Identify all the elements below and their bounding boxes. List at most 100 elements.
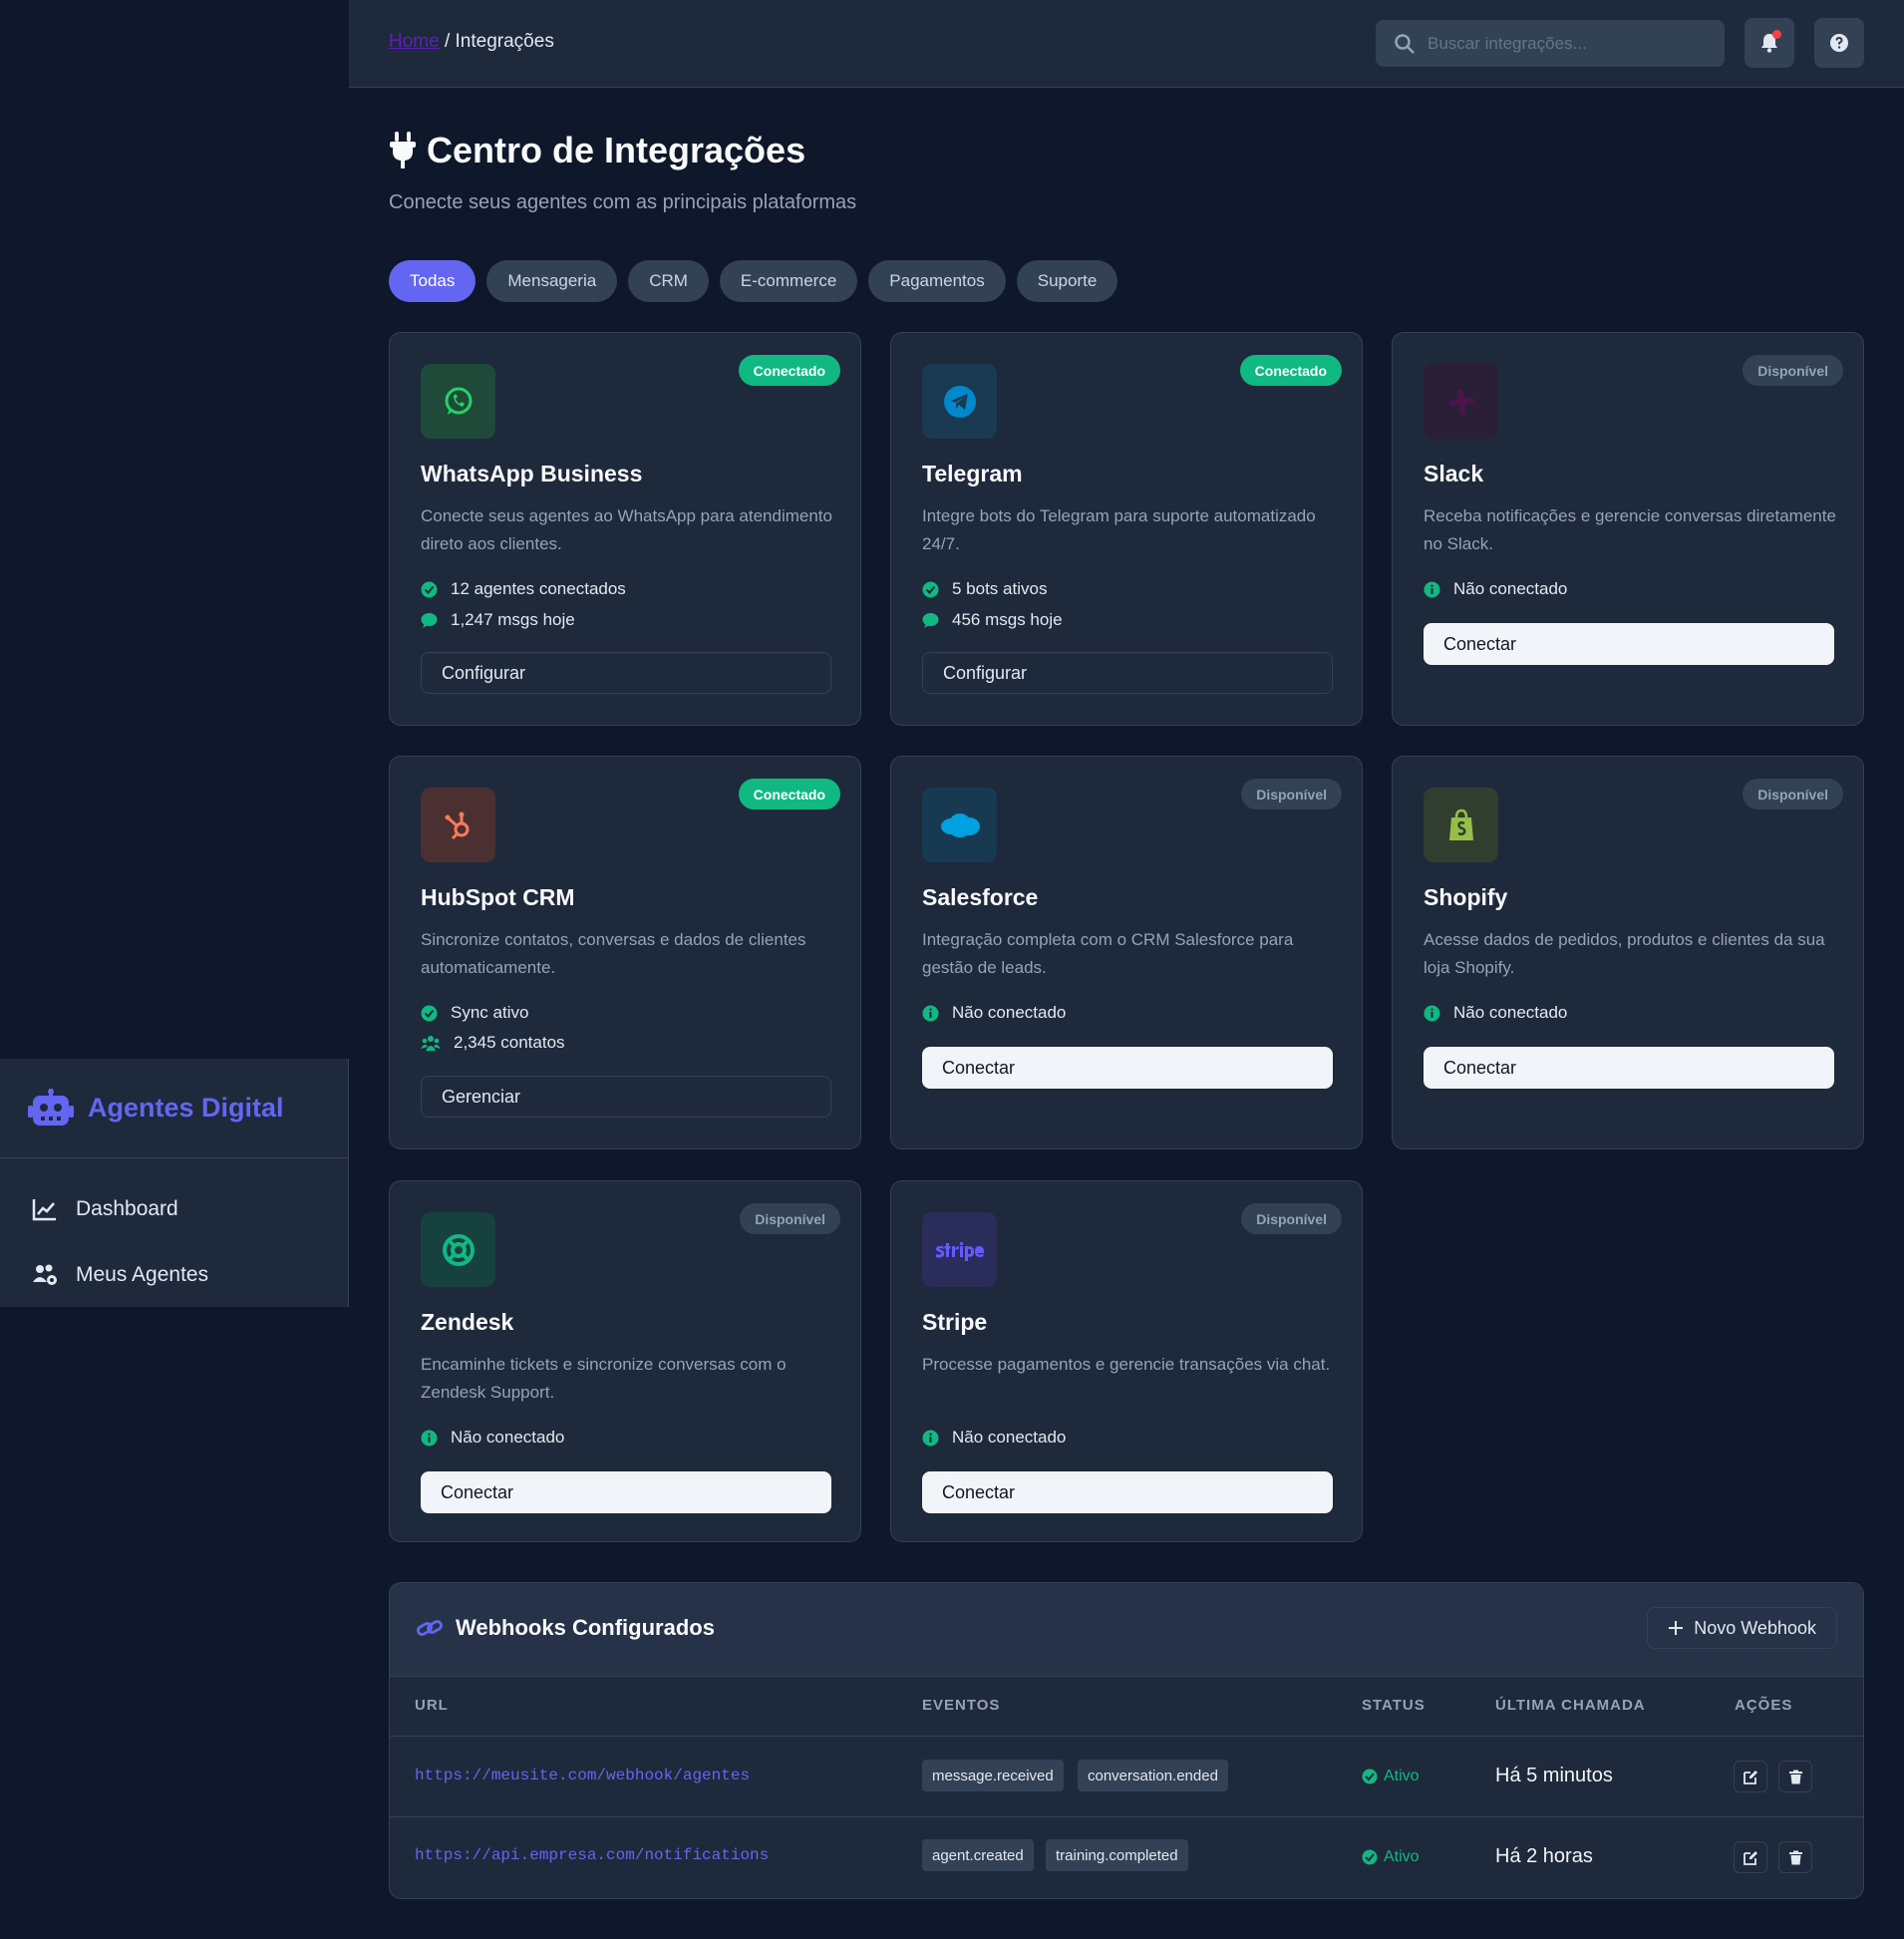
webhooks-title: Webhooks Configurados xyxy=(416,1615,715,1641)
connect-button[interactable]: Conectar xyxy=(1424,623,1834,665)
configure-button[interactable]: Configurar xyxy=(922,652,1333,694)
webhook-status: Ativo xyxy=(1362,1768,1420,1785)
event-chip: conversation.ended xyxy=(1078,1760,1228,1791)
webhook-url[interactable]: https://api.empresa.com/notifications xyxy=(415,1846,769,1864)
info-circle-icon xyxy=(1424,1005,1440,1021)
connect-button[interactable]: Conectar xyxy=(421,1471,831,1513)
card-description: Conecte seus agentes ao WhatsApp para at… xyxy=(421,506,832,553)
last-call-time: Há 2 horas xyxy=(1495,1845,1593,1867)
comment-icon xyxy=(421,612,438,628)
sidebar-item-meus-agentes[interactable]: Meus Agentes xyxy=(0,1242,348,1308)
stat-text: Não conectado xyxy=(1453,579,1568,598)
tab-pagamentos[interactable]: Pagamentos xyxy=(868,260,1006,302)
stat-text: 12 agentes conectados xyxy=(451,579,626,598)
search-input[interactable] xyxy=(1428,33,1707,54)
stat-text: Sync ativo xyxy=(451,1003,529,1022)
edit-webhook-button[interactable] xyxy=(1734,1841,1767,1873)
help-button[interactable] xyxy=(1814,18,1864,68)
integration-card-whatsapp: Conectado WhatsApp Business Conecte seus… xyxy=(389,332,861,726)
stat-text: Não conectado xyxy=(952,1428,1067,1447)
tab-e-commerce[interactable]: E-commerce xyxy=(719,260,858,302)
connect-button[interactable]: Conectar xyxy=(1424,1047,1834,1089)
card-description: Processe pagamentos e gerencie transaçõe… xyxy=(922,1355,1331,1374)
card-stat: 456 msgs hoje xyxy=(922,610,1063,630)
card-title: WhatsApp Business xyxy=(421,461,643,486)
card-description: Encaminhe tickets e sincronize conversas… xyxy=(421,1355,787,1402)
card-stat: Não conectado xyxy=(1424,1003,1567,1023)
question-circle-icon xyxy=(1830,34,1848,52)
card-title: Shopify xyxy=(1424,884,1508,910)
stat-text: 5 bots ativos xyxy=(952,579,1048,598)
users-cog-icon xyxy=(33,1264,57,1285)
card-stat: 2,345 contatos xyxy=(421,1033,565,1053)
status-badge: Disponível xyxy=(1241,779,1342,809)
breadcrumb-separator: / xyxy=(444,31,451,52)
configure-button[interactable]: Configurar xyxy=(421,652,831,694)
check-circle-icon xyxy=(922,581,939,597)
column-header-acoes: AÇÕES xyxy=(1735,1697,1793,1714)
salesforce-icon xyxy=(922,788,997,862)
row-divider xyxy=(390,1816,1863,1817)
sidebar-background xyxy=(0,0,349,1939)
delete-webhook-button[interactable] xyxy=(1778,1761,1812,1792)
card-title: Stripe xyxy=(922,1309,988,1335)
connect-button[interactable]: Conectar xyxy=(922,1047,1333,1089)
whatsapp-icon xyxy=(421,364,495,439)
stat-text: Não conectado xyxy=(952,1003,1067,1022)
card-stat: 12 agentes conectados xyxy=(421,579,626,599)
row-divider xyxy=(390,1736,1863,1737)
card-description: Receba notificações e gerencie conversas… xyxy=(1424,506,1836,553)
tab-suporte[interactable]: Suporte xyxy=(1016,260,1118,302)
integration-card-stripe: Disponível Stripe Processe pagamentos e … xyxy=(890,1180,1363,1542)
top-header: Home / Integrações xyxy=(349,0,1904,88)
breadcrumb: Home / Integrações xyxy=(389,31,554,53)
sidebar-item-dashboard[interactable]: Dashboard xyxy=(0,1176,348,1242)
users-icon xyxy=(421,1035,441,1051)
card-description: Sincronize contatos, conversas e dados d… xyxy=(421,930,806,977)
shopify-icon xyxy=(1424,788,1498,862)
chart-line-icon xyxy=(32,1199,56,1221)
event-chip: training.completed xyxy=(1046,1839,1188,1871)
card-stat: 5 bots ativos xyxy=(922,579,1047,599)
search-icon xyxy=(1395,33,1415,54)
brand-name: Agentes Digital xyxy=(88,1093,284,1123)
notifications-button[interactable] xyxy=(1745,18,1794,68)
event-chip: message.received xyxy=(922,1760,1064,1791)
brand[interactable]: Agentes Digital xyxy=(0,1059,348,1158)
status-badge: Disponível xyxy=(1241,1203,1342,1234)
info-circle-icon xyxy=(421,1430,438,1446)
card-title: Salesforce xyxy=(922,884,1039,910)
webhook-url[interactable]: https://meusite.com/webhook/agentes xyxy=(415,1767,750,1784)
breadcrumb-home-link[interactable]: Home xyxy=(389,31,440,52)
info-circle-icon xyxy=(922,1430,939,1446)
stat-text: 2,345 contatos xyxy=(454,1033,565,1052)
tab-mensageria[interactable]: Mensageria xyxy=(486,260,618,302)
card-description: Integre bots do Telegram para suporte au… xyxy=(922,506,1316,553)
status-badge: Conectado xyxy=(738,779,840,809)
webhook-status: Ativo xyxy=(1362,1848,1420,1866)
card-description: Acesse dados de pedidos, produtos e clie… xyxy=(1424,930,1825,977)
webhooks-title-text: Webhooks Configurados xyxy=(456,1615,715,1640)
event-chip: agent.created xyxy=(922,1839,1034,1871)
breadcrumb-current: Integrações xyxy=(455,31,554,52)
card-stat: Não conectado xyxy=(1424,579,1567,599)
zendesk-icon xyxy=(421,1212,495,1287)
card-stat: Sync ativo xyxy=(421,1003,528,1023)
tab-todas[interactable]: Todas xyxy=(389,260,476,302)
status-badge: Disponível xyxy=(740,1203,840,1234)
plug-icon xyxy=(390,132,416,168)
column-header-eventos: EVENTOS xyxy=(922,1697,1001,1714)
check-circle-icon xyxy=(1362,1769,1378,1784)
notification-dot xyxy=(1772,30,1781,39)
delete-webhook-button[interactable] xyxy=(1778,1841,1812,1873)
info-circle-icon xyxy=(922,1005,939,1021)
edit-icon xyxy=(1743,1850,1757,1865)
connect-button[interactable]: Conectar xyxy=(922,1471,1333,1513)
new-webhook-button[interactable]: Novo Webhook xyxy=(1647,1607,1837,1649)
edit-webhook-button[interactable] xyxy=(1734,1761,1767,1792)
manage-button[interactable]: Gerenciar xyxy=(421,1076,831,1118)
tab-crm[interactable]: CRM xyxy=(628,260,709,302)
card-stat: Não conectado xyxy=(922,1428,1066,1448)
page-subtitle: Conecte seus agentes com as principais p… xyxy=(389,191,857,213)
card-title: Slack xyxy=(1424,461,1484,486)
